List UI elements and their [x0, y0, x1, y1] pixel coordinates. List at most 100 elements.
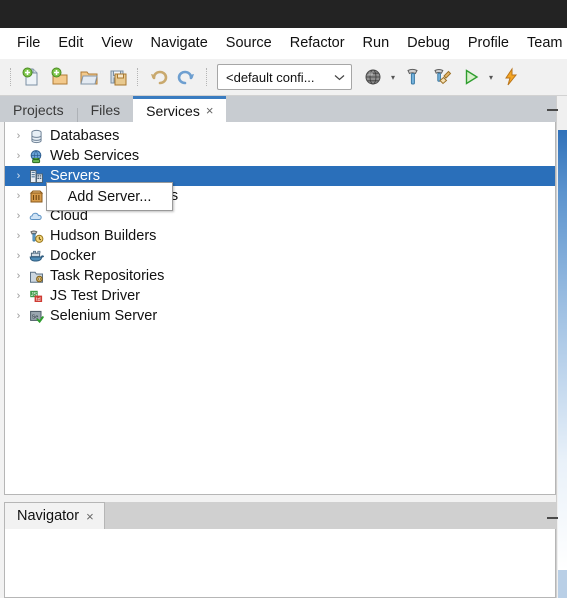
tree-item-js-test-driver[interactable]: › JS td JS Test Driver [5, 286, 555, 306]
redo-icon [177, 67, 197, 87]
new-file-button[interactable] [17, 63, 45, 91]
set-browser-button[interactable] [359, 63, 387, 91]
selenium-server-icon: Se [26, 308, 46, 324]
new-file-icon [21, 67, 41, 87]
minimize-services-window-button[interactable] [543, 101, 561, 119]
tab-files[interactable]: Files [78, 97, 134, 122]
tree-item-docker[interactable]: › Docker [5, 246, 555, 266]
svg-text:td: td [36, 296, 41, 302]
tab-navigator[interactable]: Navigator × [4, 502, 105, 529]
build-project-button[interactable] [399, 63, 427, 91]
tree-item-label: Docker [50, 248, 96, 264]
menu-item-source[interactable]: Source [217, 32, 281, 54]
build-hammer-icon [403, 67, 423, 87]
menu-item-navigate[interactable]: Navigate [142, 32, 217, 54]
clean-and-build-button[interactable] [428, 63, 456, 91]
clean-and-build-icon [432, 67, 452, 87]
services-tree: › Databases › Web Services › Servers › ›… [5, 122, 555, 326]
redo-button[interactable] [173, 63, 201, 91]
run-project-button[interactable] [457, 63, 485, 91]
tree-item-label: Databases [50, 128, 120, 144]
toolbar-separator [10, 68, 12, 86]
tree-item-label: Task Repositories [50, 268, 165, 284]
expand-arrow-icon[interactable]: › [11, 170, 26, 182]
toolbar-separator-2 [137, 68, 139, 86]
tree-item-label: JS Test Driver [50, 288, 140, 304]
menu-item-run[interactable]: Run [354, 32, 399, 54]
toolbar-separator-3 [206, 68, 208, 86]
undo-button[interactable] [144, 63, 172, 91]
main-toolbar: <default confi... ▾ ▾ [0, 59, 567, 96]
configuration-combobox-value: <default confi... [226, 69, 315, 85]
navigator-panel [4, 529, 556, 598]
menu-item-edit[interactable]: Edit [49, 32, 92, 54]
undo-icon [148, 67, 168, 87]
tree-item-hudson-builders[interactable]: › Hudson Builders [5, 226, 555, 246]
cloud-icon [26, 208, 46, 224]
servers-icon [26, 168, 46, 184]
minimize-icon [546, 517, 558, 519]
menu-item-team[interactable]: Team [518, 32, 567, 54]
context-menu-item-add-server[interactable]: Add Server... [47, 183, 172, 210]
close-icon[interactable]: × [206, 103, 214, 118]
scrollbar-thumb-bottom[interactable] [558, 570, 567, 598]
expand-arrow-icon[interactable]: › [11, 130, 26, 142]
expand-arrow-icon[interactable]: › [11, 210, 26, 222]
tree-item-label: Selenium Server [50, 308, 158, 324]
navigator-tab-strip: Navigator × [4, 502, 556, 529]
tree-item-task-repositories[interactable]: › Task Repositories [5, 266, 555, 286]
globe-icon [363, 67, 383, 87]
tree-item-databases[interactable]: › Databases [5, 126, 555, 146]
services-panel: › Databases › Web Services › Servers › ›… [4, 122, 556, 495]
save-all-icon [108, 67, 128, 87]
menu-bar: File Edit View Navigate Source Refactor … [0, 28, 567, 59]
tab-services[interactable]: Services × [133, 96, 227, 122]
debug-project-button[interactable] [497, 63, 525, 91]
scrollbar-thumb[interactable] [558, 130, 567, 570]
expand-arrow-icon[interactable]: › [11, 270, 26, 282]
maven-repositories-icon [26, 188, 46, 204]
tree-item-web-services[interactable]: › Web Services [5, 146, 555, 166]
context-menu: Add Server... [46, 182, 173, 211]
debug-icon [501, 67, 521, 87]
run-play-icon [461, 67, 481, 87]
tab-projects-label: Projects [13, 101, 64, 118]
menu-item-view[interactable]: View [92, 32, 141, 54]
expand-arrow-icon[interactable]: › [11, 150, 26, 162]
menu-item-profile[interactable]: Profile [459, 32, 518, 54]
tab-files-label: Files [90, 101, 121, 118]
database-icon [26, 128, 46, 144]
menu-item-debug[interactable]: Debug [398, 32, 459, 54]
chevron-down-icon [334, 74, 345, 81]
expand-arrow-icon[interactable]: › [11, 230, 26, 242]
tab-navigator-label: Navigator [17, 508, 80, 524]
js-test-driver-icon: JS td [26, 288, 46, 304]
menu-item-file[interactable]: File [8, 32, 49, 54]
close-icon[interactable]: × [86, 509, 94, 524]
tab-projects[interactable]: Projects [0, 97, 77, 122]
window-tab-strip: Projects Files Services × [0, 96, 556, 122]
new-project-button[interactable] [46, 63, 74, 91]
configuration-combobox[interactable]: <default confi... [217, 64, 352, 90]
minimize-navigator-window-button[interactable] [543, 509, 561, 527]
expand-arrow-icon[interactable]: › [11, 290, 26, 302]
browser-dropdown-caret[interactable]: ▾ [388, 63, 398, 91]
tree-item-label: Web Services [50, 148, 140, 164]
menu-item-refactor[interactable]: Refactor [281, 32, 354, 54]
expand-arrow-icon[interactable]: › [11, 250, 26, 262]
run-dropdown-caret[interactable]: ▾ [486, 63, 496, 91]
open-project-icon [79, 67, 99, 87]
title-bar [0, 0, 567, 28]
minimize-icon [546, 109, 558, 111]
netbeans-ide-window: File Edit View Navigate Source Refactor … [0, 0, 567, 598]
tree-item-label: Hudson Builders [50, 228, 157, 244]
expand-arrow-icon[interactable]: › [11, 310, 26, 322]
hudson-builders-icon [26, 228, 46, 244]
web-services-icon [26, 148, 46, 164]
new-project-icon [50, 67, 70, 87]
open-project-button[interactable] [75, 63, 103, 91]
expand-arrow-icon[interactable]: › [11, 190, 26, 202]
tree-item-selenium-server[interactable]: › Se Selenium Server [5, 306, 555, 326]
task-repositories-icon [26, 268, 46, 284]
save-all-button[interactable] [104, 63, 132, 91]
